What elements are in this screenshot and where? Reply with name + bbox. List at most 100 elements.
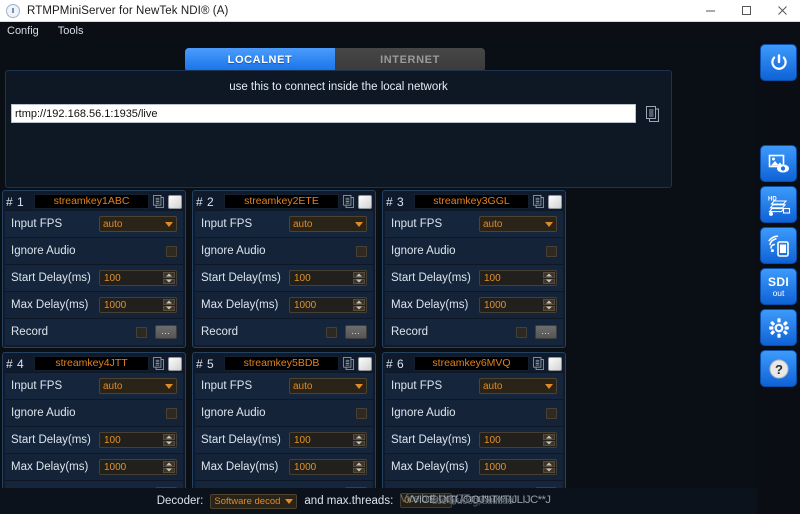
spinner-down-icon[interactable] xyxy=(163,440,175,446)
start-delay-spinner[interactable]: 100 xyxy=(289,432,367,448)
spinner-down-icon[interactable] xyxy=(543,305,555,311)
max-threads-area[interactable]: 0 Vice brtbUog'7Tmrrsuxe·u /VICE DITUOOJ… xyxy=(400,493,600,509)
stream-key-field[interactable]: streamkey5BDB xyxy=(224,356,339,371)
input-fps-select[interactable]: auto xyxy=(99,216,177,232)
stream-key-field[interactable]: streamkey1ABC xyxy=(34,194,149,209)
spinner-up-icon[interactable] xyxy=(353,272,365,278)
hdr-layers-button[interactable]: HD xyxy=(760,186,797,223)
spinner-up-icon[interactable] xyxy=(163,272,175,278)
max-delay-label: Max Delay(ms) xyxy=(391,299,469,311)
copy-stream-key-icon[interactable] xyxy=(343,357,354,370)
record-checkbox[interactable] xyxy=(136,326,147,338)
max-delay-spinner[interactable]: 1000 xyxy=(99,297,177,313)
preview-button[interactable] xyxy=(760,145,797,182)
start-delay-spinner[interactable]: 100 xyxy=(479,432,557,448)
ignore-audio-checkbox[interactable] xyxy=(356,407,367,419)
chevron-down-icon xyxy=(285,498,294,504)
rtmp-url-input[interactable] xyxy=(11,104,636,123)
stream-status-led[interactable] xyxy=(548,356,562,371)
record-checkbox[interactable] xyxy=(326,326,337,338)
copy-stream-key-icon[interactable] xyxy=(533,357,544,370)
input-fps-select[interactable]: auto xyxy=(289,216,367,232)
spinner-down-icon[interactable] xyxy=(163,278,175,284)
spinner-down-icon[interactable] xyxy=(163,467,175,473)
spinner-down-icon[interactable] xyxy=(353,278,365,284)
input-fps-select[interactable]: auto xyxy=(99,378,177,394)
start-delay-row: Start Delay(ms) 100 xyxy=(195,264,373,291)
ignore-audio-checkbox[interactable] xyxy=(166,245,177,257)
maximize-button[interactable] xyxy=(728,0,764,22)
max-delay-spinner[interactable]: 1000 xyxy=(479,297,557,313)
stream-status-led[interactable] xyxy=(358,356,372,371)
spinner-up-icon[interactable] xyxy=(543,461,555,467)
record-browse-button[interactable]: … xyxy=(155,325,177,339)
spinner-up-icon[interactable] xyxy=(353,434,365,440)
start-delay-spinner[interactable]: 100 xyxy=(99,432,177,448)
ignore-audio-checkbox[interactable] xyxy=(546,245,557,257)
stream-key-field[interactable]: streamkey4JTT xyxy=(34,356,149,371)
max-delay-row: Max Delay(ms) 1000 xyxy=(195,291,373,318)
spinner-down-icon[interactable] xyxy=(543,278,555,284)
spinner-down-icon[interactable] xyxy=(353,440,365,446)
stream-status-led[interactable] xyxy=(358,194,372,209)
stream-key-field[interactable]: streamkey6MVQ xyxy=(414,356,529,371)
max-delay-spinner[interactable]: 1000 xyxy=(99,459,177,475)
input-fps-select[interactable]: auto xyxy=(479,216,557,232)
spinner-up-icon[interactable] xyxy=(543,434,555,440)
spinner-up-icon[interactable] xyxy=(543,299,555,305)
stream-panel-header: # 2 streamkey2ETE xyxy=(195,193,373,210)
ignore-audio-control xyxy=(546,407,557,419)
stream-key-field[interactable]: streamkey2ETE xyxy=(224,194,339,209)
decoder-select[interactable]: Software decod xyxy=(210,493,298,509)
stream-status-led[interactable] xyxy=(168,356,182,371)
tab-internet[interactable]: INTERNET xyxy=(335,48,485,72)
start-delay-spinner[interactable]: 100 xyxy=(479,270,557,286)
start-delay-spinner[interactable]: 100 xyxy=(289,270,367,286)
max-delay-spinner[interactable]: 1000 xyxy=(479,459,557,475)
stream-status-led[interactable] xyxy=(168,194,182,209)
ignore-audio-checkbox[interactable] xyxy=(546,407,557,419)
start-delay-spinner[interactable]: 100 xyxy=(99,270,177,286)
help-button[interactable]: ? xyxy=(760,350,797,387)
sdi-out-button[interactable]: SDI out xyxy=(760,268,797,305)
power-button[interactable] xyxy=(760,44,797,81)
mobile-stream-button[interactable] xyxy=(760,227,797,264)
spinner-down-icon[interactable] xyxy=(163,305,175,311)
stream-number: # 2 xyxy=(196,194,215,209)
spinner-down-icon[interactable] xyxy=(543,440,555,446)
stream-status-led[interactable] xyxy=(548,194,562,209)
max-delay-spinner[interactable]: 1000 xyxy=(289,297,367,313)
input-fps-select[interactable]: auto xyxy=(479,378,557,394)
spinner-up-icon[interactable] xyxy=(163,461,175,467)
spinner-up-icon[interactable] xyxy=(353,461,365,467)
minimize-button[interactable] xyxy=(692,0,728,22)
copy-stream-key-icon[interactable] xyxy=(153,357,164,370)
ignore-audio-row: Ignore Audio xyxy=(5,237,183,264)
copy-url-icon[interactable] xyxy=(646,105,659,122)
record-checkbox[interactable] xyxy=(516,326,527,338)
ignore-audio-checkbox[interactable] xyxy=(356,245,367,257)
menu-item-config[interactable]: Config xyxy=(4,24,42,38)
spinner-up-icon[interactable] xyxy=(543,272,555,278)
copy-stream-key-icon[interactable] xyxy=(153,195,164,208)
spinner-down-icon[interactable] xyxy=(543,467,555,473)
ignore-audio-checkbox[interactable] xyxy=(166,407,177,419)
input-fps-select[interactable]: auto xyxy=(289,378,367,394)
spinner-up-icon[interactable] xyxy=(353,299,365,305)
tab-localnet[interactable]: LOCALNET xyxy=(185,48,335,72)
max-delay-spinner[interactable]: 1000 xyxy=(289,459,367,475)
close-button[interactable] xyxy=(764,0,800,22)
stream-key-field[interactable]: streamkey3GGL xyxy=(414,194,529,209)
record-browse-button[interactable]: … xyxy=(535,325,557,339)
menu-item-tools[interactable]: Tools xyxy=(55,24,87,38)
spinner-up-icon[interactable] xyxy=(163,434,175,440)
copy-stream-key-icon[interactable] xyxy=(533,195,544,208)
record-browse-button[interactable]: … xyxy=(345,325,367,339)
spinner-up-icon[interactable] xyxy=(163,299,175,305)
spinner-down-icon[interactable] xyxy=(353,467,365,473)
max-delay-control: 1000 xyxy=(99,459,177,475)
spinner-down-icon[interactable] xyxy=(353,305,365,311)
copy-stream-key-icon[interactable] xyxy=(343,195,354,208)
settings-button[interactable] xyxy=(760,309,797,346)
input-fps-row: Input FPS auto xyxy=(385,372,563,399)
